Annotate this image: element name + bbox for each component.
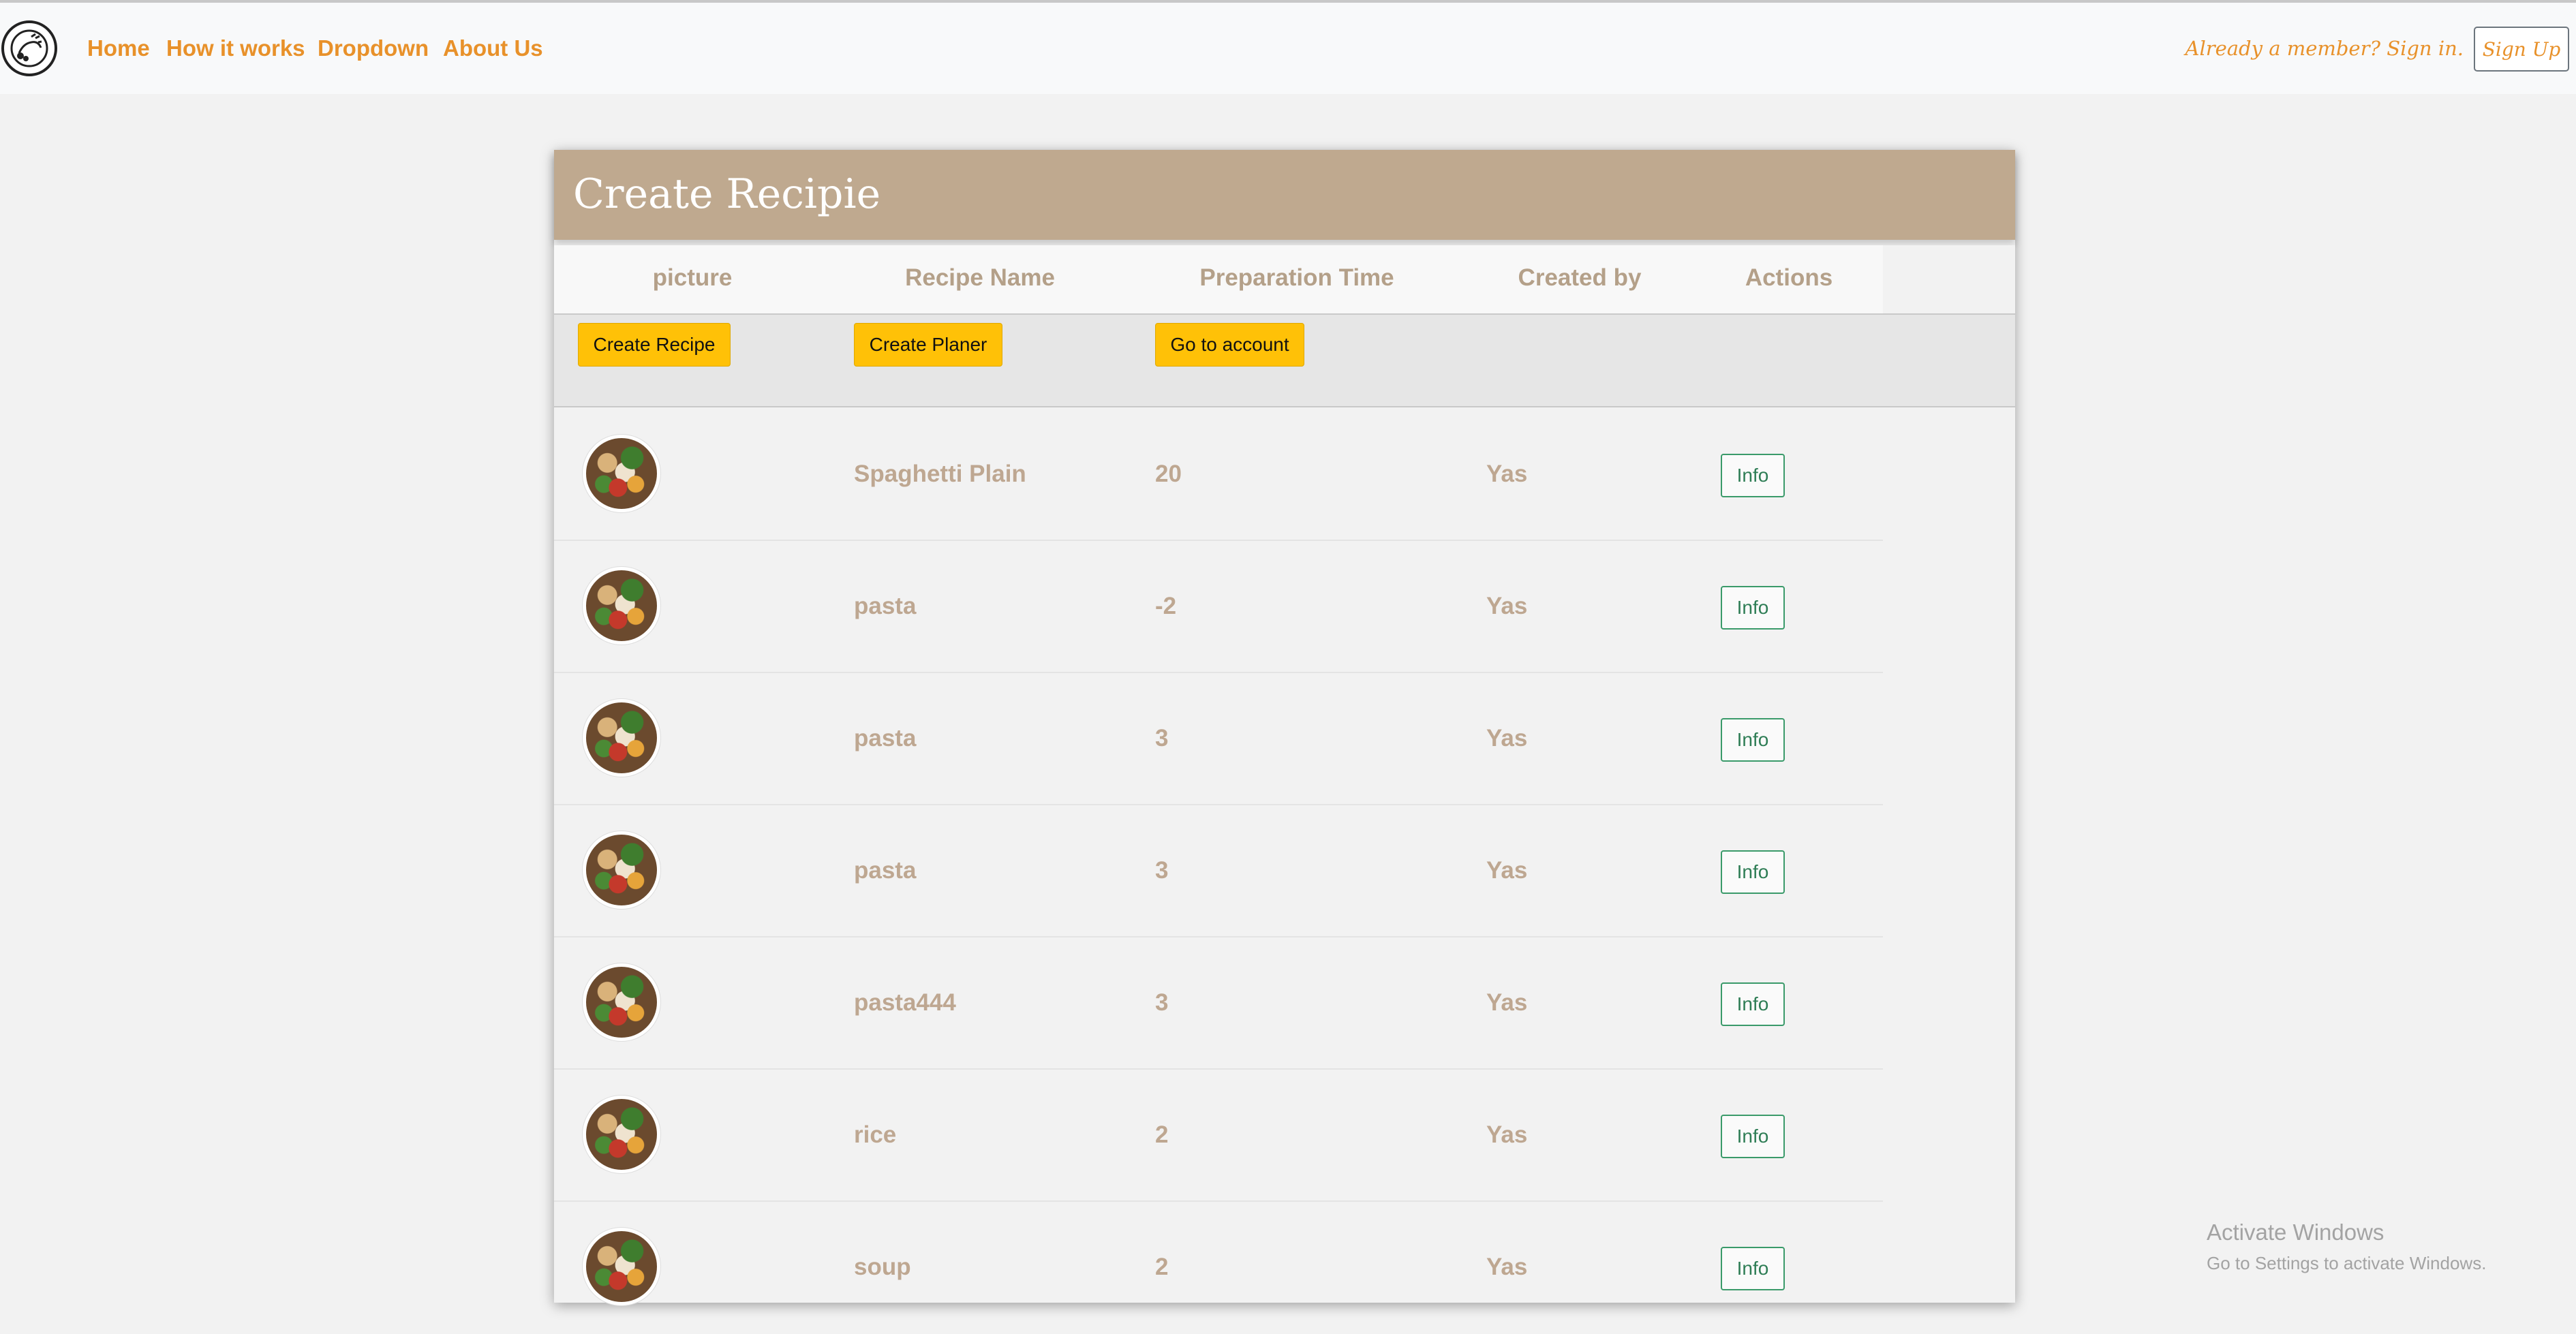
column-header-picture: picture <box>652 264 733 291</box>
activate-windows-subtitle: Go to Settings to activate Windows. <box>2207 1253 2487 1273</box>
sign-in-link[interactable]: Already a member? Sign in. <box>2186 37 2464 60</box>
column-header-actions: Actions <box>1745 264 1833 291</box>
table-row: soup 2 Yas Info <box>554 1202 1883 1334</box>
created-by: Yas <box>1486 1121 1528 1148</box>
preparation-time: -2 <box>1155 593 1177 619</box>
info-button[interactable]: Info <box>1721 982 1785 1026</box>
info-button[interactable]: Info <box>1721 1115 1785 1158</box>
card-title: Create Recipie <box>573 170 881 218</box>
created-by: Yas <box>1486 989 1528 1016</box>
preparation-time: 2 <box>1155 1254 1169 1280</box>
create-recipe-button[interactable]: Create Recipe <box>578 323 731 367</box>
info-button[interactable]: Info <box>1721 718 1785 762</box>
column-header-preparation-time: Preparation Time <box>1199 264 1394 291</box>
preparation-time: 3 <box>1155 857 1169 884</box>
recipe-name: pasta <box>854 725 917 751</box>
info-button[interactable]: Info <box>1721 586 1785 630</box>
nav-home[interactable]: Home <box>87 35 150 61</box>
info-button[interactable]: Info <box>1721 850 1785 894</box>
table-row: Spaghetti Plain 20 Yas Info <box>554 409 1883 541</box>
table-header-filler <box>1883 245 2015 313</box>
recipe-name: pasta <box>854 593 917 619</box>
recipe-thumbnail <box>583 963 660 1041</box>
created-by: Yas <box>1486 593 1528 619</box>
info-button[interactable]: Info <box>1721 1247 1785 1290</box>
nav-how-it-works[interactable]: How it works <box>166 35 305 61</box>
recipe-thumbnail <box>583 1096 660 1173</box>
activate-windows-title: Activate Windows <box>2207 1220 2385 1245</box>
created-by: Yas <box>1486 1254 1528 1280</box>
recipe-name: soup <box>854 1254 911 1280</box>
sign-up-button[interactable]: Sign Up <box>2474 27 2569 72</box>
recipe-name: Spaghetti Plain <box>854 461 1026 487</box>
preparation-time: 3 <box>1155 725 1169 751</box>
navbar: Home How it works Dropdown About Us Alre… <box>0 3 2576 94</box>
recipe-name: pasta444 <box>854 989 956 1016</box>
created-by: Yas <box>1486 461 1528 487</box>
go-to-account-button[interactable]: Go to account <box>1155 323 1304 367</box>
created-by: Yas <box>1486 725 1528 751</box>
recipe-card: Create Recipie picture Recipe Name Prepa… <box>554 150 2015 1305</box>
recipe-thumbnail <box>583 1228 660 1305</box>
recipe-thumbnail <box>583 435 660 512</box>
table-row: rice 2 Yas Info <box>554 1070 1883 1202</box>
nav-dropdown[interactable]: Dropdown <box>318 35 429 61</box>
card-header: Create Recipie <box>554 150 2015 240</box>
nav-about-us[interactable]: About Us <box>443 35 543 61</box>
preparation-time: 2 <box>1155 1121 1169 1148</box>
table-row: pasta444 3 Yas Info <box>554 937 1883 1070</box>
column-header-recipe-name: Recipe Name <box>905 264 1055 291</box>
recipe-logo-icon[interactable] <box>1 20 57 76</box>
recipe-thumbnail <box>583 567 660 645</box>
info-button[interactable]: Info <box>1721 454 1785 497</box>
table-row: pasta 3 Yas Info <box>554 673 1883 805</box>
recipe-thumbnail <box>583 699 660 777</box>
recipe-name: rice <box>854 1121 897 1148</box>
created-by: Yas <box>1486 857 1528 884</box>
preparation-time: 20 <box>1155 461 1182 487</box>
create-planer-button[interactable]: Create Planer <box>854 323 1002 367</box>
table-row: pasta 3 Yas Info <box>554 805 1883 937</box>
preparation-time: 3 <box>1155 989 1169 1016</box>
recipe-thumbnail <box>583 831 660 909</box>
table-header: picture Recipe Name Preparation Time Cre… <box>554 245 1883 313</box>
recipe-name: pasta <box>854 857 917 884</box>
column-header-created-by: Created by <box>1518 264 1642 291</box>
table-row: pasta -2 Yas Info <box>554 541 1883 673</box>
